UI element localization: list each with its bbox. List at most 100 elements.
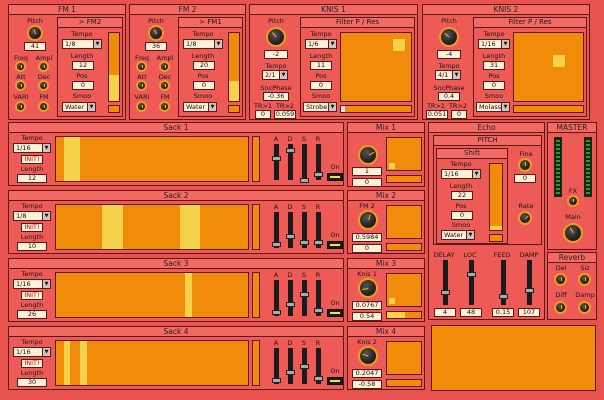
knis2-tempo-select[interactable]: 4/1 ▼ xyxy=(435,70,461,80)
sack-4-tempo-select[interactable]: 1/16 ▼ xyxy=(13,347,51,357)
mix3-pad[interactable] xyxy=(386,273,422,307)
echo-fine-knob[interactable] xyxy=(518,158,532,172)
sack-4-d-fader[interactable] xyxy=(286,348,295,384)
mix4-value-2[interactable]: -0.58 xyxy=(352,380,382,389)
knis2-length-value[interactable]: 31 xyxy=(483,61,505,70)
echo-feed-fader[interactable] xyxy=(499,260,508,305)
knis1-tempo2-select[interactable]: 1/6 ▼ xyxy=(305,39,337,49)
sack-2-on-toggle[interactable] xyxy=(327,241,343,249)
sack-3-s-fader[interactable] xyxy=(300,280,309,316)
sack-4-a-fader[interactable] xyxy=(272,348,281,384)
bottom-xy-pad[interactable] xyxy=(431,325,596,391)
echo-length-value[interactable]: 22 xyxy=(451,191,473,200)
knis2-pitch-value[interactable]: -4 xyxy=(437,50,461,59)
sack-step-active[interactable] xyxy=(185,273,192,317)
mix4-hbar[interactable] xyxy=(386,379,422,387)
sack-1-d-fader[interactable] xyxy=(286,144,295,180)
echo-delay-value[interactable]: 4 xyxy=(434,308,456,317)
sack-4-init-button[interactable]: INIT! xyxy=(21,359,43,368)
knis1-tempo-select[interactable]: 2/1 ▼ xyxy=(262,70,288,80)
fm1-ampl-knob[interactable] xyxy=(38,61,49,72)
echo-shift-hbar[interactable] xyxy=(489,234,503,242)
sack-3-r-fader[interactable] xyxy=(314,280,323,316)
sack-2-length-value[interactable]: 10 xyxy=(17,242,47,251)
fm2-tab[interactable]: > FM1 xyxy=(179,18,242,28)
mix1-hbar[interactable] xyxy=(386,175,422,183)
echo-loc-value[interactable]: 48 xyxy=(460,308,482,317)
sack-2-d-fader[interactable] xyxy=(286,212,295,248)
fm1-freq-knob[interactable] xyxy=(15,61,26,72)
sack-1-init-button[interactable]: INIT! xyxy=(21,155,43,164)
sack-1-tempo-select[interactable]: 1/16 ▼ xyxy=(13,143,51,153)
fm2-length-value[interactable]: 20 xyxy=(193,61,215,70)
echo-smoo-select[interactable]: Water ▼ xyxy=(441,230,475,240)
reverb-damp-knob[interactable] xyxy=(578,301,591,314)
fm2-ampl-knob[interactable] xyxy=(159,61,170,72)
fm1-vari-knob[interactable] xyxy=(15,101,26,112)
sack-step-active[interactable] xyxy=(80,341,87,385)
mix3-knob[interactable] xyxy=(358,278,378,298)
knis1-xy-pad[interactable] xyxy=(340,32,412,102)
knis2-pos-value[interactable]: 0 xyxy=(483,81,505,90)
sack-step-active[interactable] xyxy=(102,205,123,249)
mix1-value-2[interactable]: 0 xyxy=(352,178,382,187)
knis1-tr1-value[interactable]: 0 xyxy=(255,110,271,119)
mix4-knob[interactable] xyxy=(358,346,378,366)
sack-3-a-fader[interactable] xyxy=(272,280,281,316)
sack-3-step-grid[interactable] xyxy=(55,272,249,318)
sack-3-init-button[interactable]: INIT! xyxy=(21,291,43,300)
sack-step-active[interactable] xyxy=(64,137,80,181)
master-main-knob[interactable] xyxy=(563,223,583,243)
mix2-value-1[interactable]: 0.5984 xyxy=(352,233,382,242)
sack-1-step-grid[interactable] xyxy=(55,136,249,182)
knis1-pos-value[interactable]: 0 xyxy=(310,81,332,90)
mix2-hbar[interactable] xyxy=(386,243,422,251)
sack-3-tempo-select[interactable]: 1/16 ▼ xyxy=(13,279,51,289)
knis1-sncphase-value[interactable]: -0.36 xyxy=(263,92,289,101)
fm2-pos-value[interactable]: 0 xyxy=(193,81,215,90)
fm2-dec-knob[interactable] xyxy=(159,80,170,91)
sack-2-tempo-select[interactable]: 1/8 ▼ xyxy=(13,211,51,221)
mix1-value-1[interactable]: 1 xyxy=(352,167,382,176)
sack-1-s-fader[interactable] xyxy=(300,144,309,183)
knis2-tempo2-select[interactable]: 1/16 ▼ xyxy=(478,39,510,49)
echo-rate-knob[interactable] xyxy=(518,211,532,225)
echo-damp-fader[interactable] xyxy=(525,260,534,305)
fm1-pitch-value[interactable]: 41 xyxy=(24,42,46,51)
fm1-length-value[interactable]: 12 xyxy=(72,61,94,70)
knis2-xy-pad[interactable] xyxy=(513,32,584,102)
sack-step-active[interactable] xyxy=(180,205,200,249)
fm2-vari-knob[interactable] xyxy=(136,101,147,112)
fm2-mod-bar[interactable] xyxy=(228,32,240,102)
knis1-hbar[interactable] xyxy=(340,105,412,113)
fm1-mod-bar[interactable] xyxy=(108,32,120,102)
sack-3-d-fader[interactable] xyxy=(286,280,295,316)
fm2-pitch-knob[interactable] xyxy=(148,25,164,41)
reverb-del-knob[interactable] xyxy=(554,273,567,286)
mix1-knob[interactable] xyxy=(358,145,378,165)
mix3-hbar[interactable] xyxy=(386,311,422,319)
fm2-smoo-select[interactable]: Water ▼ xyxy=(183,102,217,112)
fm1-dec-knob[interactable] xyxy=(38,80,49,91)
echo-pos-value[interactable]: 0 xyxy=(451,211,473,220)
fm2-fm-knob[interactable] xyxy=(159,101,170,112)
echo-loc-fader[interactable] xyxy=(467,260,476,305)
knis1-pitch-knob[interactable] xyxy=(266,27,286,47)
fm1-tempo-select[interactable]: 1/8 ▼ xyxy=(62,39,102,49)
fm1-pos-value[interactable]: 0 xyxy=(72,81,94,90)
knis2-sncphase-value[interactable]: 0.4 xyxy=(438,92,460,101)
fm2-pitch-value[interactable]: 36 xyxy=(145,42,167,51)
knis2-smoo-select[interactable]: Molass ▼ xyxy=(476,102,510,112)
fm1-att-knob[interactable] xyxy=(15,80,26,91)
mix2-value-2[interactable]: 0 xyxy=(352,244,382,253)
knis2-tr2-value[interactable]: 0 xyxy=(451,110,467,119)
sack-2-init-button[interactable]: INIT! xyxy=(21,223,43,232)
sack-1-a-fader[interactable] xyxy=(272,144,281,180)
echo-tempo-select[interactable]: 1/16 ▼ xyxy=(441,169,481,179)
fm2-tempo-select[interactable]: 1/8 ▼ xyxy=(183,39,223,49)
mix2-knob[interactable] xyxy=(358,210,378,230)
sack-1-length-value[interactable]: 12 xyxy=(17,174,47,183)
fm2-mod-hbar[interactable] xyxy=(228,105,240,113)
sack-3-level-bar[interactable] xyxy=(252,272,260,318)
sack-step-active[interactable] xyxy=(64,341,70,385)
